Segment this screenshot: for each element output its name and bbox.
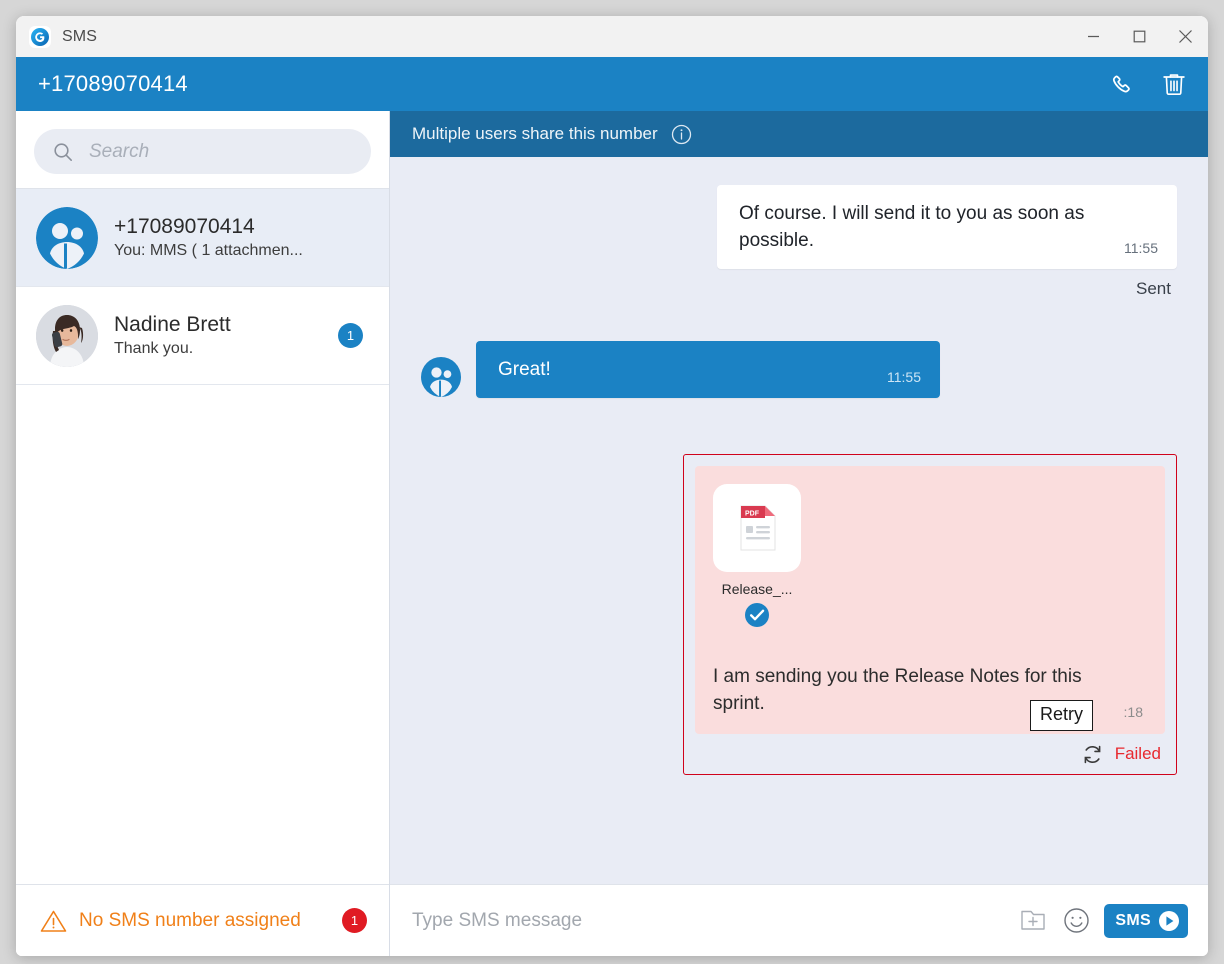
list-item-preview: You: MMS ( 1 attachmen... — [114, 242, 303, 260]
message-time: :18 — [1123, 703, 1143, 720]
composer-actions: SMS — [1020, 903, 1188, 938]
svg-text:PDF: PDF — [745, 510, 760, 517]
send-button[interactable]: SMS — [1104, 903, 1188, 938]
warning-triangle-icon — [40, 909, 67, 933]
composer: SMS — [390, 884, 1208, 956]
message-bubble-incoming[interactable]: Great! 11:55 — [476, 340, 940, 398]
list-item-title: Nadine Brett — [114, 312, 231, 336]
emoji-smiley-icon[interactable] — [1063, 907, 1090, 934]
message-row: Of course. I will send it to you as soon… — [421, 185, 1177, 269]
shared-number-banner-text: Multiple users share this number — [412, 124, 658, 143]
conversation-header: +17089070414 — [16, 57, 1208, 111]
search-input[interactable] — [89, 140, 353, 163]
message-row: Great! 11:55 — [421, 340, 1177, 398]
message-input[interactable] — [412, 909, 1007, 932]
phone-icon[interactable] — [1107, 69, 1137, 99]
failed-message-group[interactable]: PDF Release_... I am sending you the Rel… — [683, 453, 1177, 775]
status-badge: 1 — [342, 908, 367, 933]
close-button[interactable] — [1162, 16, 1208, 57]
no-sms-number-warning: No SMS number assigned — [79, 909, 301, 931]
retry-icon[interactable] — [1081, 743, 1104, 766]
group-avatar-icon — [421, 356, 461, 397]
list-item-title: +17089070414 — [114, 214, 255, 238]
maximize-button[interactable] — [1116, 16, 1162, 57]
list-item-preview: Thank you. — [114, 340, 194, 358]
failed-status-label: Failed — [1114, 744, 1161, 764]
retry-tooltip: Retry — [1029, 699, 1093, 731]
message-text: Of course. I will send it to you as soon… — [739, 203, 1085, 251]
conversation-list: +17089070414 You: MMS ( 1 attachmen... N… — [16, 188, 389, 884]
list-item-text: +17089070414 You: MMS ( 1 attachmen... — [114, 215, 373, 261]
send-button-label: SMS — [1115, 911, 1151, 929]
pdf-file-icon[interactable]: PDF — [713, 483, 801, 572]
minimize-button[interactable] — [1070, 16, 1116, 57]
list-item[interactable]: +17089070414 You: MMS ( 1 attachmen... — [16, 189, 389, 287]
app-title: SMS — [62, 27, 97, 45]
g-logo-icon — [29, 25, 51, 48]
attachment-filename: Release_... — [721, 580, 793, 597]
list-item-text: Nadine Brett Thank you. — [114, 313, 328, 359]
trash-icon[interactable] — [1159, 69, 1189, 99]
group-avatar-icon — [36, 206, 98, 269]
sidebar-footer[interactable]: No SMS number assigned 1 — [16, 884, 389, 956]
window-controls — [1070, 16, 1208, 57]
unread-badge: 1 — [338, 323, 363, 348]
avatar — [36, 304, 98, 367]
message-time: 11:55 — [1124, 239, 1158, 256]
search-box[interactable] — [34, 129, 371, 174]
message-time: 11:55 — [887, 368, 921, 385]
send-arrow-icon — [1158, 910, 1180, 932]
shared-number-banner: Multiple users share this number — [390, 111, 1208, 157]
message-bubble-failed[interactable]: PDF Release_... I am sending you the Rel… — [695, 465, 1165, 734]
check-circle-icon — [713, 602, 801, 628]
body-split: +17089070414 You: MMS ( 1 attachmen... — [16, 111, 1208, 956]
failed-message-footer: Failed — [695, 743, 1165, 766]
add-attachment-icon[interactable] — [1020, 907, 1049, 934]
message-bubble-outgoing[interactable]: Of course. I will send it to you as soon… — [717, 185, 1177, 269]
info-circle-icon[interactable] — [671, 124, 692, 145]
header-phone-number: +17089070414 — [38, 71, 188, 96]
message-list: Of course. I will send it to you as soon… — [390, 157, 1208, 884]
conversation-pane: Multiple users share this number Of cour… — [390, 111, 1208, 956]
failed-message-body: I am sending you the Release Notes for t… — [713, 664, 1145, 731]
sms-app-window: SMS +17089070414 Search +17089070414 You… — [16, 16, 1208, 956]
header-actions — [1107, 69, 1189, 99]
attachment-card[interactable]: PDF Release_... — [713, 483, 801, 628]
titlebar: SMS — [16, 16, 1208, 57]
search-wrap — [16, 111, 389, 188]
message-status: Sent — [1136, 278, 1171, 298]
search-icon — [52, 141, 74, 163]
message-text: Great! — [498, 358, 551, 380]
sidebar: +17089070414 You: MMS ( 1 attachmen... — [16, 111, 390, 956]
list-item[interactable]: Nadine Brett Thank you. 1 — [16, 287, 389, 385]
